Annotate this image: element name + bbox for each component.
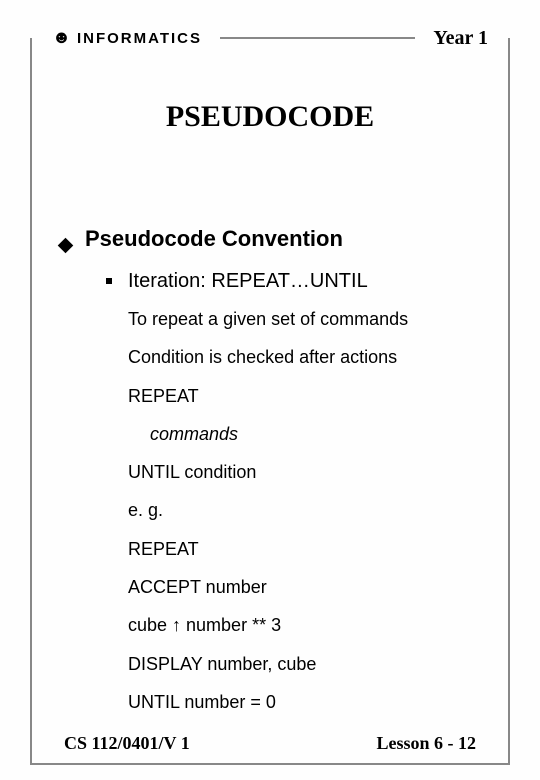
subsection-text: Iteration: REPEAT…UNTIL <box>128 270 368 293</box>
body-line: cube ↑ number ** 3 <box>128 613 480 637</box>
slide-footer: CS 112/0401/V 1 Lesson 6 - 12 <box>64 733 476 754</box>
body-line: To repeat a given set of commands <box>128 307 480 331</box>
brand-logo: ☻ INFORMATICS <box>52 29 202 47</box>
square-bullet-icon <box>106 278 112 284</box>
body-line: UNTIL number = 0 <box>128 690 480 714</box>
body-line: DISPLAY number, cube <box>128 652 480 676</box>
section-heading: Pseudocode Convention <box>85 226 343 252</box>
body-line: UNTIL condition <box>128 460 480 484</box>
year-label: Year 1 <box>433 27 488 50</box>
section-row: Pseudocode Convention <box>60 226 480 252</box>
body-lines: To repeat a given set of commands Condit… <box>128 307 480 714</box>
slide-header: ☻ INFORMATICS Year 1 <box>52 24 488 52</box>
body-line: REPEAT <box>128 384 480 408</box>
brand-text: INFORMATICS <box>77 30 202 47</box>
body-line: REPEAT <box>128 537 480 561</box>
body-line: Condition is checked after actions <box>128 345 480 369</box>
info-icon: ☻ <box>52 28 71 46</box>
body-line: ACCEPT number <box>128 575 480 599</box>
subsection-row: Iteration: REPEAT…UNTIL <box>106 270 480 293</box>
footer-left: CS 112/0401/V 1 <box>64 733 190 754</box>
footer-right: Lesson 6 - 12 <box>376 733 476 754</box>
slide-content: PSEUDOCODE Pseudocode Convention Iterati… <box>60 80 480 720</box>
slide-title: PSEUDOCODE <box>60 100 480 134</box>
body-line: commands <box>128 422 480 446</box>
body-line: e. g. <box>128 498 480 522</box>
header-divider <box>220 37 415 39</box>
diamond-bullet-icon <box>58 238 74 254</box>
